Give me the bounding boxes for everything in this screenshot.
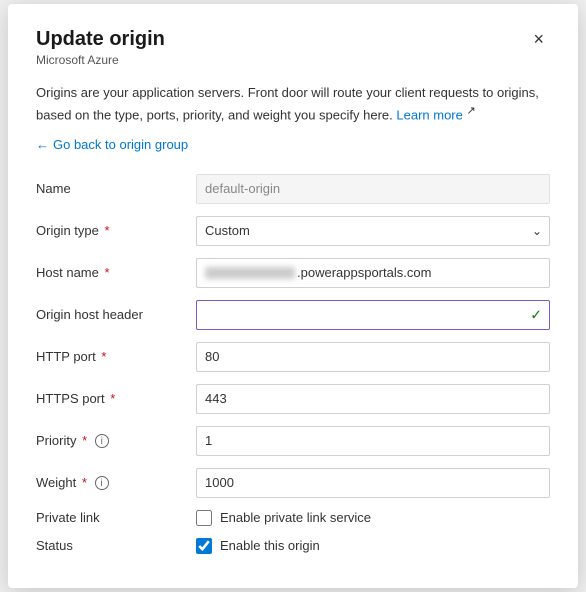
priority-required: *: [82, 433, 87, 448]
back-arrow-icon: ←: [36, 137, 49, 152]
https-port-label: HTTPS port: [36, 391, 105, 406]
host-name-field[interactable]: .powerappsportals.com: [196, 258, 550, 288]
weight-label: Weight: [36, 475, 76, 490]
weight-row: Weight * i: [36, 462, 550, 504]
origin-type-required: *: [105, 223, 110, 238]
priority-row: Priority * i: [36, 420, 550, 462]
priority-label: Priority: [36, 433, 76, 448]
origin-type-label: Origin type: [36, 223, 99, 238]
learn-more-link[interactable]: Learn more: [396, 107, 462, 122]
priority-info-icon[interactable]: i: [95, 434, 109, 448]
status-checkbox[interactable]: [196, 538, 212, 554]
private-link-checkbox-row: Enable private link service: [196, 510, 550, 526]
host-name-suffix: .powerappsportals.com: [297, 265, 431, 280]
dialog-header: Update origin Microsoft Azure ×: [36, 28, 550, 67]
http-port-label: HTTP port: [36, 349, 96, 364]
close-button[interactable]: ×: [527, 28, 550, 50]
status-label: Status: [36, 538, 73, 553]
https-port-required: *: [110, 391, 115, 406]
origin-type-select-wrapper: Custom App Service Storage Cloud Service…: [196, 216, 550, 246]
name-input[interactable]: [196, 174, 550, 204]
back-to-origin-group-link[interactable]: ← Go back to origin group: [36, 137, 188, 152]
form-table: Name Origin type * Custom App Service: [36, 168, 550, 560]
private-link-checkbox[interactable]: [196, 510, 212, 526]
host-name-required: *: [105, 265, 110, 280]
origin-host-header-input[interactable]: [196, 300, 550, 330]
dialog-title: Update origin: [36, 28, 165, 51]
origin-host-header-row: Origin host header ✓: [36, 294, 550, 336]
dialog-title-group: Update origin Microsoft Azure: [36, 28, 165, 67]
private-link-row: Private link Enable private link service: [36, 504, 550, 532]
weight-info-icon[interactable]: i: [95, 476, 109, 490]
http-port-row: HTTP port *: [36, 336, 550, 378]
status-row: Status Enable this origin: [36, 532, 550, 560]
http-port-input[interactable]: [196, 342, 550, 372]
https-port-row: HTTPS port *: [36, 378, 550, 420]
status-checkbox-label[interactable]: Enable this origin: [220, 538, 320, 553]
weight-required: *: [82, 475, 87, 490]
priority-input[interactable]: [196, 426, 550, 456]
origin-host-header-label: Origin host header: [36, 307, 143, 322]
name-label: Name: [36, 181, 71, 196]
dialog-subtitle: Microsoft Azure: [36, 53, 165, 67]
origin-host-header-wrapper: ✓: [196, 300, 550, 330]
host-name-row: Host name * .powerappsportals.com: [36, 252, 550, 294]
host-name-label: Host name: [36, 265, 99, 280]
http-port-required: *: [101, 349, 106, 364]
status-checkbox-row: Enable this origin: [196, 538, 550, 554]
origin-type-select[interactable]: Custom App Service Storage Cloud Service: [196, 216, 550, 246]
dialog-description: Origins are your application servers. Fr…: [36, 83, 550, 124]
weight-input[interactable]: [196, 468, 550, 498]
private-link-checkbox-label[interactable]: Enable private link service: [220, 510, 371, 525]
host-blur: [205, 267, 295, 279]
private-link-label: Private link: [36, 510, 100, 525]
update-origin-dialog: Update origin Microsoft Azure × Origins …: [8, 4, 578, 587]
origin-type-row: Origin type * Custom App Service Storage…: [36, 210, 550, 252]
https-port-input[interactable]: [196, 384, 550, 414]
name-row: Name: [36, 168, 550, 210]
